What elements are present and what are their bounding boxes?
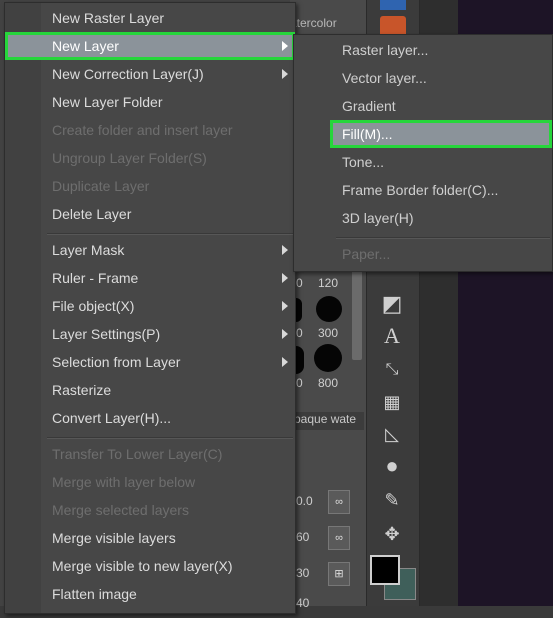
submenu-arrow-icon [282,245,288,255]
menu-item-rasterize[interactable]: Rasterize [5,376,295,404]
balloon-tool-icon[interactable]: ● [376,452,408,480]
submenu-separator [336,237,550,239]
menu-item-file-object[interactable]: File object(X) [5,292,295,320]
menu-item-ungroup-layer-folder[interactable]: Ungroup Layer Folder(S) [5,144,295,172]
layer-context-menu: New Raster Layer New Layer New Correctio… [4,2,296,614]
submenu-item-fill[interactable]: Fill(M)... [330,120,552,148]
brush-size-preview[interactable] [296,346,304,374]
submenu-arrow-icon [282,301,288,311]
menu-item-layer-settings[interactable]: Layer Settings(P) [5,320,295,348]
submenu-item-tone[interactable]: Tone... [294,148,552,176]
menu-item-ruler-frame[interactable]: Ruler - Frame [5,264,295,292]
submenu-arrow-icon [282,273,288,283]
main-color-swatch[interactable] [370,555,400,585]
submenu-arrow-icon [282,329,288,339]
menu-separator [47,437,293,439]
menu-item-new-correction-layer[interactable]: New Correction Layer(J) [5,60,295,88]
brush-size-partial: 0 [296,326,303,340]
brush-size-label[interactable]: 300 [318,326,338,340]
property-link-button[interactable]: ⊞ [328,562,350,586]
menu-item-flatten-image[interactable]: Flatten image [5,580,295,608]
menu-item-create-folder-insert-layer[interactable]: Create folder and insert layer [5,116,295,144]
property-value[interactable]: 40 [296,596,356,618]
menu-item-delete-layer[interactable]: Delete Layer [5,200,295,228]
operation-tool-icon[interactable]: ⤡ [376,356,408,384]
submenu-item-paper[interactable]: Paper... [294,240,552,268]
submenu-arrow-icon [282,357,288,367]
brush-panel-scrollbar[interactable] [352,270,362,360]
menu-item-selection-from-layer[interactable]: Selection from Layer [5,348,295,376]
menu-item-merge-visible-to-new-layer[interactable]: Merge visible to new layer(X) [5,552,295,580]
submenu-item-raster-layer[interactable]: Raster layer... [294,36,552,64]
menu-item-new-layer[interactable]: New Layer [5,32,295,60]
menu-item-merge-visible-layers[interactable]: Merge visible layers [5,524,295,552]
tool-icon[interactable] [380,0,406,10]
menu-item-transfer-to-lower-layer[interactable]: Transfer To Lower Layer(C) [5,440,295,468]
submenu-arrow-icon [282,41,288,51]
ruler-tool-icon[interactable]: ◺ [376,420,408,448]
frame-tool-icon[interactable]: ▦ [376,388,408,416]
correction-line-tool-icon[interactable]: ✎ [376,486,408,514]
property-link-button[interactable]: ∞ [328,490,350,514]
menu-item-duplicate-layer[interactable]: Duplicate Layer [5,172,295,200]
menu-item-merge-selected-layers[interactable]: Merge selected layers [5,496,295,524]
brush-size-preview[interactable] [314,344,342,372]
menu-separator [47,233,293,235]
menu-item-merge-with-layer-below[interactable]: Merge with layer below [5,468,295,496]
brush-size-label[interactable]: 800 [318,376,338,390]
menu-item-layer-mask[interactable]: Layer Mask [5,236,295,264]
submenu-item-3d-layer[interactable]: 3D layer(H) [294,204,552,232]
menu-item-new-raster-layer[interactable]: New Raster Layer [5,4,295,32]
gradient-tool-icon[interactable]: ◩ [376,290,408,318]
move-tool-icon[interactable]: ✥ [376,520,408,548]
brush-size-partial: 0 [296,276,303,290]
menu-item-new-layer-folder[interactable]: New Layer Folder [5,88,295,116]
submenu-item-frame-border-folder[interactable]: Frame Border folder(C)... [294,176,552,204]
brush-size-label[interactable]: 120 [318,276,338,290]
menu-item-convert-layer[interactable]: Convert Layer(H)... [5,404,295,432]
brush-size-partial: 0 [296,376,303,390]
submenu-item-gradient[interactable]: Gradient [294,92,552,120]
new-layer-submenu: Raster layer... Vector layer... Gradient… [293,34,553,272]
submenu-item-vector-layer[interactable]: Vector layer... [294,64,552,92]
brush-subtool-tab[interactable]: paque wate [294,412,364,430]
brush-size-preview[interactable] [316,296,342,322]
text-tool-icon[interactable]: A [376,322,408,350]
brush-category-tab[interactable]: atercolor [290,14,352,32]
brush-size-preview[interactable] [296,298,302,322]
property-link-button[interactable]: ∞ [328,526,350,550]
submenu-arrow-icon [282,69,288,79]
